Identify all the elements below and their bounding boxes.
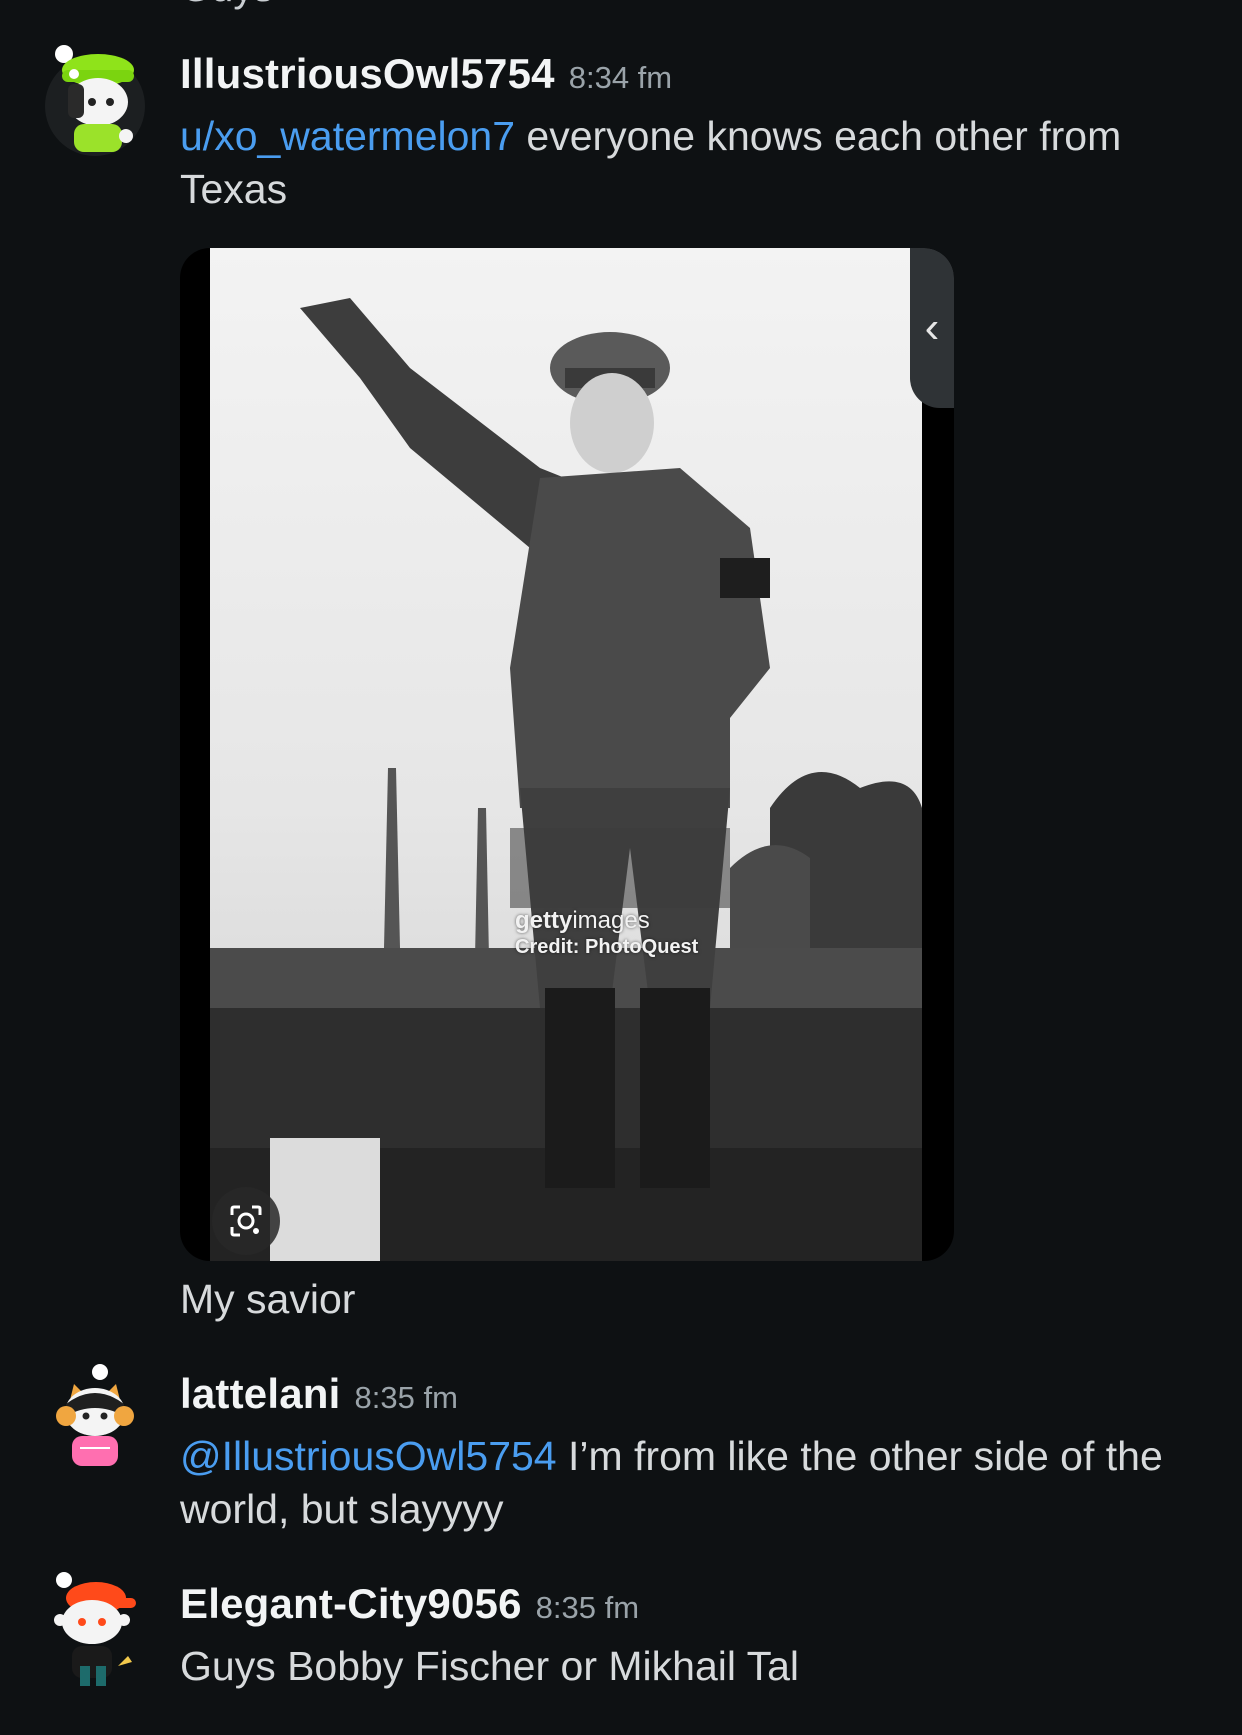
user-mention-link[interactable]: @IllustriousOwl5754 [180, 1433, 557, 1479]
message-caption: My savior [180, 1276, 356, 1322]
user-mention-link[interactable]: u/xo_watermelon7 [180, 113, 515, 159]
image-attachment[interactable]: gettyimages Credit: PhotoQuest ‹ [180, 248, 954, 1261]
image-watermark: gettyimages Credit: PhotoQuest [515, 908, 698, 960]
photo[interactable] [210, 248, 922, 1261]
timestamp: 8:35 fm [535, 1590, 640, 1625]
username[interactable]: IllustriousOwl5754 [180, 50, 555, 98]
message-text: @IllustriousOwl5754 I’m from like the ot… [180, 1430, 1202, 1536]
user-avatar-icon[interactable] [40, 40, 150, 160]
user-avatar-icon[interactable] [40, 1360, 150, 1480]
username[interactable]: Elegant-City9056 [180, 1580, 522, 1628]
lens-search-icon[interactable] [212, 1187, 280, 1255]
timestamp: 8:34 fm [568, 60, 673, 95]
message-text: u/xo_watermelon7 everyone knows each oth… [180, 110, 1202, 216]
previous-message-text: Guys [180, 0, 273, 11]
chevron-left-icon[interactable]: ‹ [910, 248, 954, 408]
user-avatar-icon[interactable] [40, 1570, 150, 1690]
watermark-credit: Credit: PhotoQuest [515, 936, 699, 958]
username[interactable]: lattelani [180, 1370, 341, 1418]
message-text: Guys Bobby Fischer or Mikhail Tal [180, 1643, 800, 1689]
timestamp: 8:35 fm [354, 1380, 458, 1415]
watermark-brand: getty [515, 907, 573, 934]
watermark-brand-suffix: images [572, 907, 650, 934]
